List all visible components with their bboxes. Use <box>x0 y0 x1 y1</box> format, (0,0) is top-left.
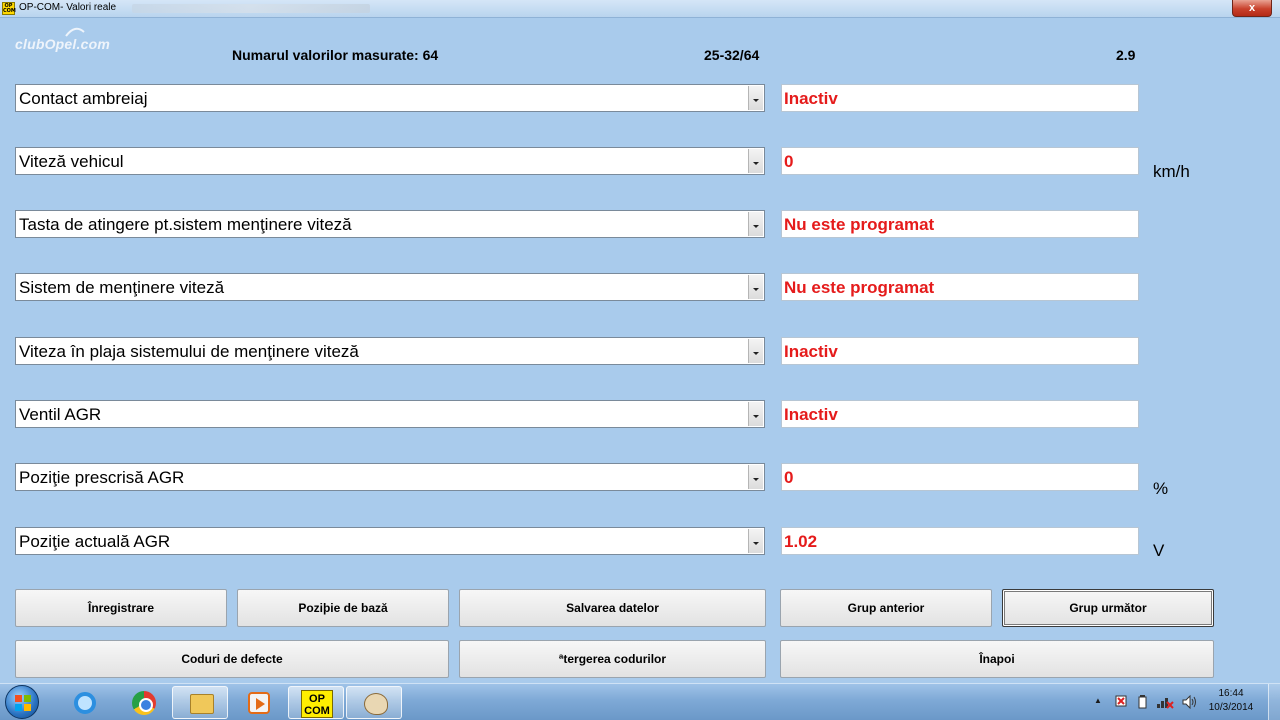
chevron-down-icon[interactable] <box>748 86 763 110</box>
next-group-button[interactable]: Grup următor <box>1002 589 1214 627</box>
battery-icon[interactable] <box>1138 695 1148 709</box>
param-value-text: 1.02 <box>784 532 818 551</box>
param-value-4: Inactiv <box>781 337 1139 365</box>
param-value-7: 1.02 <box>781 527 1139 555</box>
taskbar-paint[interactable] <box>346 686 402 719</box>
show-hidden-icons-arrow-icon[interactable]: ▲ <box>1094 696 1102 705</box>
param-value-0: Inactiv <box>781 84 1139 112</box>
base-position-button[interactable]: Poziþie de bază <box>237 589 449 627</box>
param-value-text: 0 <box>784 152 794 171</box>
taskbar-media-player[interactable] <box>230 686 286 719</box>
media-player-icon <box>248 692 270 714</box>
param-value-text: Inactiv <box>784 342 838 361</box>
taskbar-chrome[interactable] <box>113 686 169 719</box>
param-value-3: Nu este programat <box>781 273 1139 301</box>
clock-time: 16:44 <box>1218 688 1244 699</box>
opcom-app-icon: OP COM <box>2 2 16 15</box>
param-value-text: Inactiv <box>784 405 838 424</box>
flag-tray-icon[interactable] <box>1114 695 1128 709</box>
chevron-down-icon[interactable] <box>748 529 763 553</box>
windows-start-icon[interactable] <box>5 685 39 719</box>
erase-codes-button[interactable]: ªtergerea codurilor <box>459 640 766 678</box>
param-value-5: Inactiv <box>781 400 1139 428</box>
taskbar-ie[interactable] <box>54 686 110 719</box>
record-button[interactable]: Înregistrare <box>15 589 227 627</box>
fault-codes-button[interactable]: Coduri de defecte <box>15 640 449 678</box>
windows-flag-icon <box>15 695 31 711</box>
version-label: 2.9 <box>1116 47 1136 63</box>
param-unit-7: V <box>1153 541 1165 560</box>
chevron-down-icon[interactable] <box>748 465 763 489</box>
param-value-2: Nu este programat <box>781 210 1139 238</box>
chevron-down-icon[interactable] <box>748 212 763 236</box>
chevron-down-icon[interactable] <box>748 339 763 363</box>
chevron-down-icon[interactable] <box>748 402 763 426</box>
network-icon[interactable] <box>1156 695 1174 709</box>
param-value-text: Nu este programat <box>784 278 935 297</box>
param-select-4[interactable]: Viteza în plaja sistemului de menţinere … <box>15 337 765 365</box>
param-label: Tasta de atingere pt.sistem menţinere vi… <box>19 215 352 234</box>
measured-count-label: Numarul valorilor masurate: 64 <box>232 47 439 63</box>
param-select-5[interactable]: Ventil AGR <box>15 400 765 428</box>
previous-group-button[interactable]: Grup anterior <box>780 589 992 627</box>
param-select-7[interactable]: Poziţie actuală AGR <box>15 527 765 555</box>
param-unit-1: km/h <box>1153 162 1190 181</box>
file-explorer-icon <box>190 694 214 714</box>
chrome-icon <box>132 691 156 715</box>
title-redacted-region <box>132 4 370 13</box>
group-range-label: 25-32/64 <box>704 47 760 63</box>
param-select-0[interactable]: Contact ambreiaj <box>15 84 765 112</box>
param-label: Sistem de menţinere viteză <box>19 278 225 297</box>
save-data-button[interactable]: Salvarea datelor <box>459 589 766 627</box>
volume-icon[interactable] <box>1182 695 1198 709</box>
param-label: Poziţie prescrisă AGR <box>19 468 185 487</box>
param-value-6: 0 <box>781 463 1139 491</box>
param-select-6[interactable]: Poziţie prescrisă AGR <box>15 463 765 491</box>
clock[interactable]: 16:44 10/3/2014 <box>1203 687 1259 715</box>
paint-icon <box>364 693 388 715</box>
param-value-text: Inactiv <box>784 89 838 108</box>
param-label: Contact ambreiaj <box>19 89 148 108</box>
param-label: Poziţie actuală AGR <box>19 532 171 551</box>
club-opel-logo: clubOpel.com <box>15 36 110 52</box>
title-bar: OP COM OP-COM- Valori reale x <box>0 0 1280 18</box>
param-label: Viteza în plaja sistemului de menţinere … <box>19 342 359 361</box>
back-button[interactable]: Înapoi <box>780 640 1214 678</box>
show-desktop-button[interactable] <box>1268 684 1280 720</box>
param-unit-6: % <box>1153 479 1169 498</box>
window-title: OP-COM- Valori reale <box>19 2 117 13</box>
chevron-down-icon[interactable] <box>748 149 763 173</box>
param-label: Ventil AGR <box>19 405 102 424</box>
param-value-text: Nu este programat <box>784 215 935 234</box>
param-value-text: 0 <box>784 468 794 487</box>
taskbar: OP COM ▲ 16:44 10/3/2014 <box>0 683 1280 720</box>
taskbar-opcom[interactable]: OP COM <box>288 686 344 719</box>
param-select-1[interactable]: Viteză vehicul <box>15 147 765 175</box>
taskbar-explorer[interactable] <box>172 686 228 719</box>
param-label: Viteză vehicul <box>19 152 124 171</box>
close-button[interactable]: x <box>1232 0 1272 17</box>
param-value-1: 0 <box>781 147 1139 175</box>
param-select-2[interactable]: Tasta de atingere pt.sistem menţinere vi… <box>15 210 765 238</box>
opcom-icon: OP COM <box>301 690 333 718</box>
internet-explorer-icon <box>74 692 96 714</box>
clock-date: 10/3/2014 <box>1208 702 1254 713</box>
chevron-down-icon[interactable] <box>748 275 763 299</box>
param-select-3[interactable]: Sistem de menţinere viteză <box>15 273 765 301</box>
